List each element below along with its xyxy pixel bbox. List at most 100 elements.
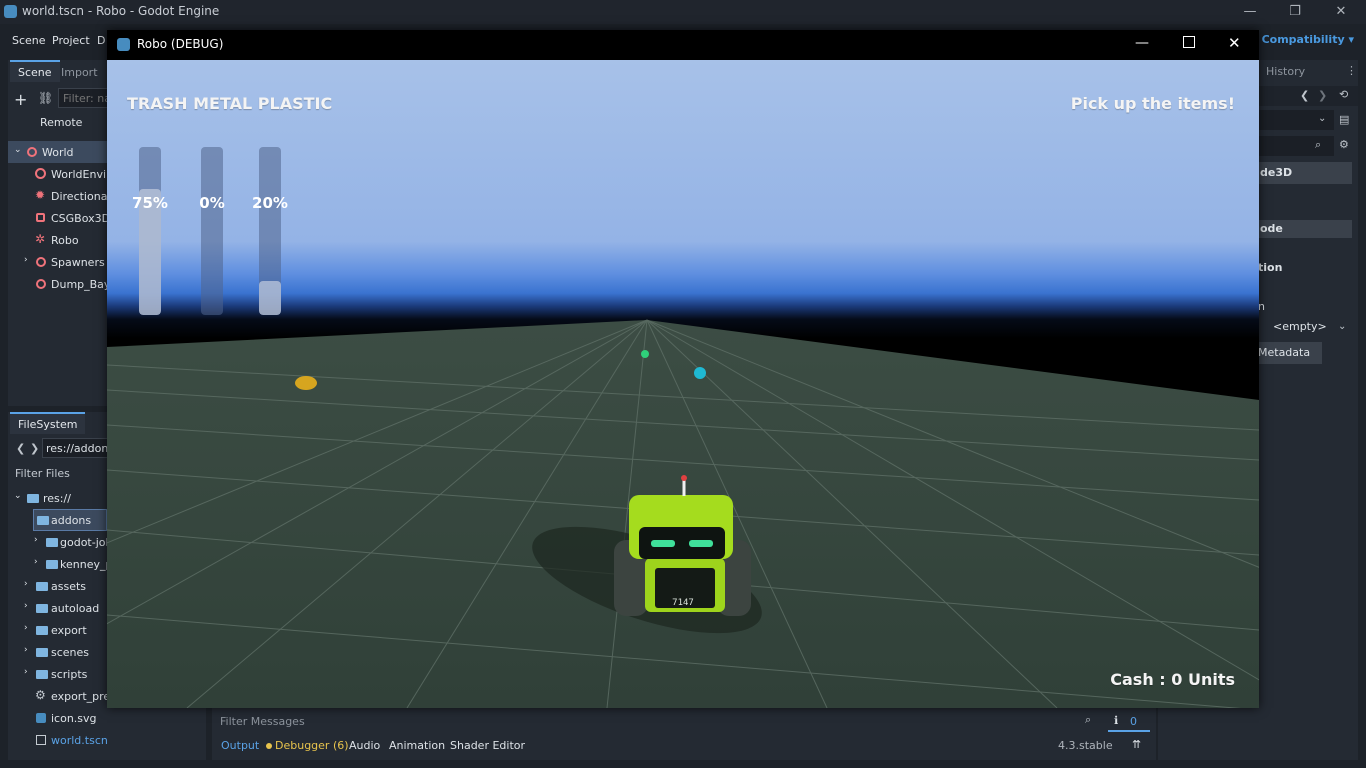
tree-label: Dump_Bay — [51, 278, 111, 291]
bottom-panel: Filter Messages ⌕ ℹ 0 Output Debugger (6… — [212, 708, 1156, 760]
tab-output[interactable]: Output — [221, 739, 259, 752]
close-icon[interactable]: ✕ — [1331, 2, 1351, 22]
fs-label: assets — [51, 580, 87, 593]
minimize-icon[interactable]: — — [1135, 35, 1149, 51]
godot-logo-icon — [117, 38, 130, 51]
folder-icon — [46, 560, 58, 569]
fs-label: scripts — [51, 668, 88, 681]
game-title-bar: Robo (DEBUG) — ✕ — [107, 30, 1259, 60]
plastic-gauge-fill — [259, 281, 281, 315]
tab-import[interactable]: Import — [53, 62, 106, 84]
fs-filter-input[interactable]: Filter Files — [15, 467, 70, 480]
expand-arrow-icon[interactable]: › — [24, 623, 28, 633]
doc-icon[interactable]: ▤ — [1339, 113, 1349, 126]
folder-icon — [36, 626, 48, 635]
expand-arrow-icon[interactable]: › — [24, 579, 28, 589]
add-node-icon[interactable]: + — [14, 90, 27, 109]
dropdown-arrow-icon[interactable]: ⌄ — [1338, 321, 1346, 332]
menu-debug[interactable]: D — [97, 34, 105, 47]
link-icon[interactable]: ⛓ — [38, 91, 53, 105]
expand-arrow-icon[interactable]: › — [24, 601, 28, 611]
robot-eye-left — [651, 540, 675, 547]
maximize-icon[interactable] — [1183, 36, 1195, 48]
image-file-icon — [36, 713, 46, 723]
cash-counter: Cash : 0 Units — [1110, 670, 1235, 689]
folder-icon — [36, 582, 48, 591]
fs-label: addons — [51, 514, 92, 527]
inspector-section-transform[interactable]: tion — [1258, 261, 1282, 274]
plastic-gauge — [259, 147, 281, 315]
inspector-section-node[interactable]: ode — [1258, 220, 1352, 238]
folder-icon — [36, 604, 48, 613]
restore-icon[interactable]: ❐ — [1285, 2, 1305, 22]
fs-label: autoload — [51, 602, 100, 615]
tab-animation[interactable]: Animation — [389, 739, 445, 752]
game-window: Robo (DEBUG) — ✕ 7147 TRASH METAL PLASTI… — [107, 30, 1259, 708]
expand-arrow-icon[interactable]: › — [24, 255, 28, 265]
globe-icon — [35, 168, 46, 179]
gear-icon: ⚙ — [35, 688, 46, 702]
minimize-icon[interactable]: — — [1240, 2, 1260, 22]
game-viewport[interactable]: 7147 TRASH METAL PLASTIC 75% 0% 20% Pick… — [107, 60, 1259, 708]
remote-button[interactable]: Remote — [40, 116, 82, 129]
plastic-item — [694, 367, 706, 379]
fs-label: world.tscn — [51, 734, 108, 747]
pin-panel-icon[interactable]: ⇈ — [1132, 738, 1141, 751]
fs-label: icon.svg — [51, 712, 97, 725]
info-icon[interactable]: ℹ — [1114, 714, 1118, 727]
game-window-title: Robo (DEBUG) — [137, 37, 224, 51]
tab-history[interactable]: History — [1266, 65, 1305, 78]
collapse-arrow-icon[interactable]: ⌄ — [14, 145, 22, 155]
metadata-label: Metadata — [1258, 346, 1311, 359]
history-icon[interactable]: ⟲ — [1339, 88, 1348, 101]
dropdown-arrow-icon[interactable]: ⌄ — [1318, 113, 1326, 124]
box-icon — [36, 213, 45, 222]
robot-icon: ✲ — [35, 232, 46, 246]
trash-gauge-label: 75% — [132, 194, 168, 212]
back-icon[interactable]: ❮ — [16, 442, 25, 455]
tab-debugger[interactable]: Debugger (6) — [275, 739, 349, 752]
settings-icon[interactable]: ⚙ — [1339, 138, 1349, 151]
expand-arrow-icon[interactable]: › — [34, 557, 38, 567]
node-circle-icon — [36, 279, 46, 289]
search-icon[interactable]: ⌕ — [1315, 138, 1321, 152]
expand-arrow-icon[interactable]: › — [24, 645, 28, 655]
folder-icon — [36, 648, 48, 657]
menu-scene[interactable]: Scene — [12, 34, 46, 47]
trash-gauge — [139, 147, 161, 315]
editor-window-title: world.tscn - Robo - Godot Engine — [22, 4, 220, 18]
menu-project[interactable]: Project — [52, 34, 90, 47]
history-back-icon[interactable]: ❮ — [1300, 89, 1309, 102]
tab-filesystem[interactable]: FileSystem — [10, 412, 86, 434]
fs-label: res:// — [43, 492, 71, 505]
inspector-node-type: de3D — [1258, 162, 1352, 184]
forward-icon[interactable]: ❯ — [30, 442, 39, 455]
expand-arrow-icon[interactable]: › — [34, 535, 38, 545]
tree-label: Spawners — [51, 256, 105, 269]
search-icon[interactable]: ⌕ — [1085, 713, 1091, 727]
inspector-menu-icon[interactable]: ⋮ — [1346, 64, 1357, 77]
filter-messages-input[interactable]: Filter Messages — [216, 714, 1102, 732]
fs-path-field[interactable]: res://addons/ — [42, 438, 112, 458]
node-circle-icon — [27, 147, 37, 157]
editor-title-bar: world.tscn - Robo - Godot Engine — ❐ ✕ — [0, 0, 1366, 24]
renderer-selector[interactable]: Compatibility ▾ — [1262, 33, 1354, 46]
close-icon[interactable]: ✕ — [1228, 34, 1241, 52]
inspector-empty-value[interactable]: <empty> — [1273, 320, 1327, 333]
metal-gauge-label: 0% — [199, 194, 225, 212]
collapse-arrow-icon[interactable]: ⌄ — [14, 491, 22, 501]
node-circle-icon — [36, 257, 46, 267]
inspector-property-label: n — [1258, 300, 1265, 313]
tree-label: World — [42, 146, 74, 159]
add-metadata-button[interactable]: Metadata — [1258, 342, 1322, 364]
expand-arrow-icon[interactable]: › — [24, 667, 28, 677]
robot-antenna-light — [681, 475, 687, 481]
objective-text: Pick up the items! — [1070, 94, 1235, 113]
tab-audio[interactable]: Audio — [349, 739, 380, 752]
fs-row-icon-svg[interactable]: icon.svg — [8, 707, 206, 729]
godot-logo-icon — [4, 5, 17, 18]
fs-row-world-tscn[interactable]: world.tscn — [8, 729, 206, 751]
trash-item — [295, 376, 317, 390]
history-forward-icon[interactable]: ❯ — [1318, 89, 1327, 102]
tab-shader-editor[interactable]: Shader Editor — [450, 739, 525, 752]
